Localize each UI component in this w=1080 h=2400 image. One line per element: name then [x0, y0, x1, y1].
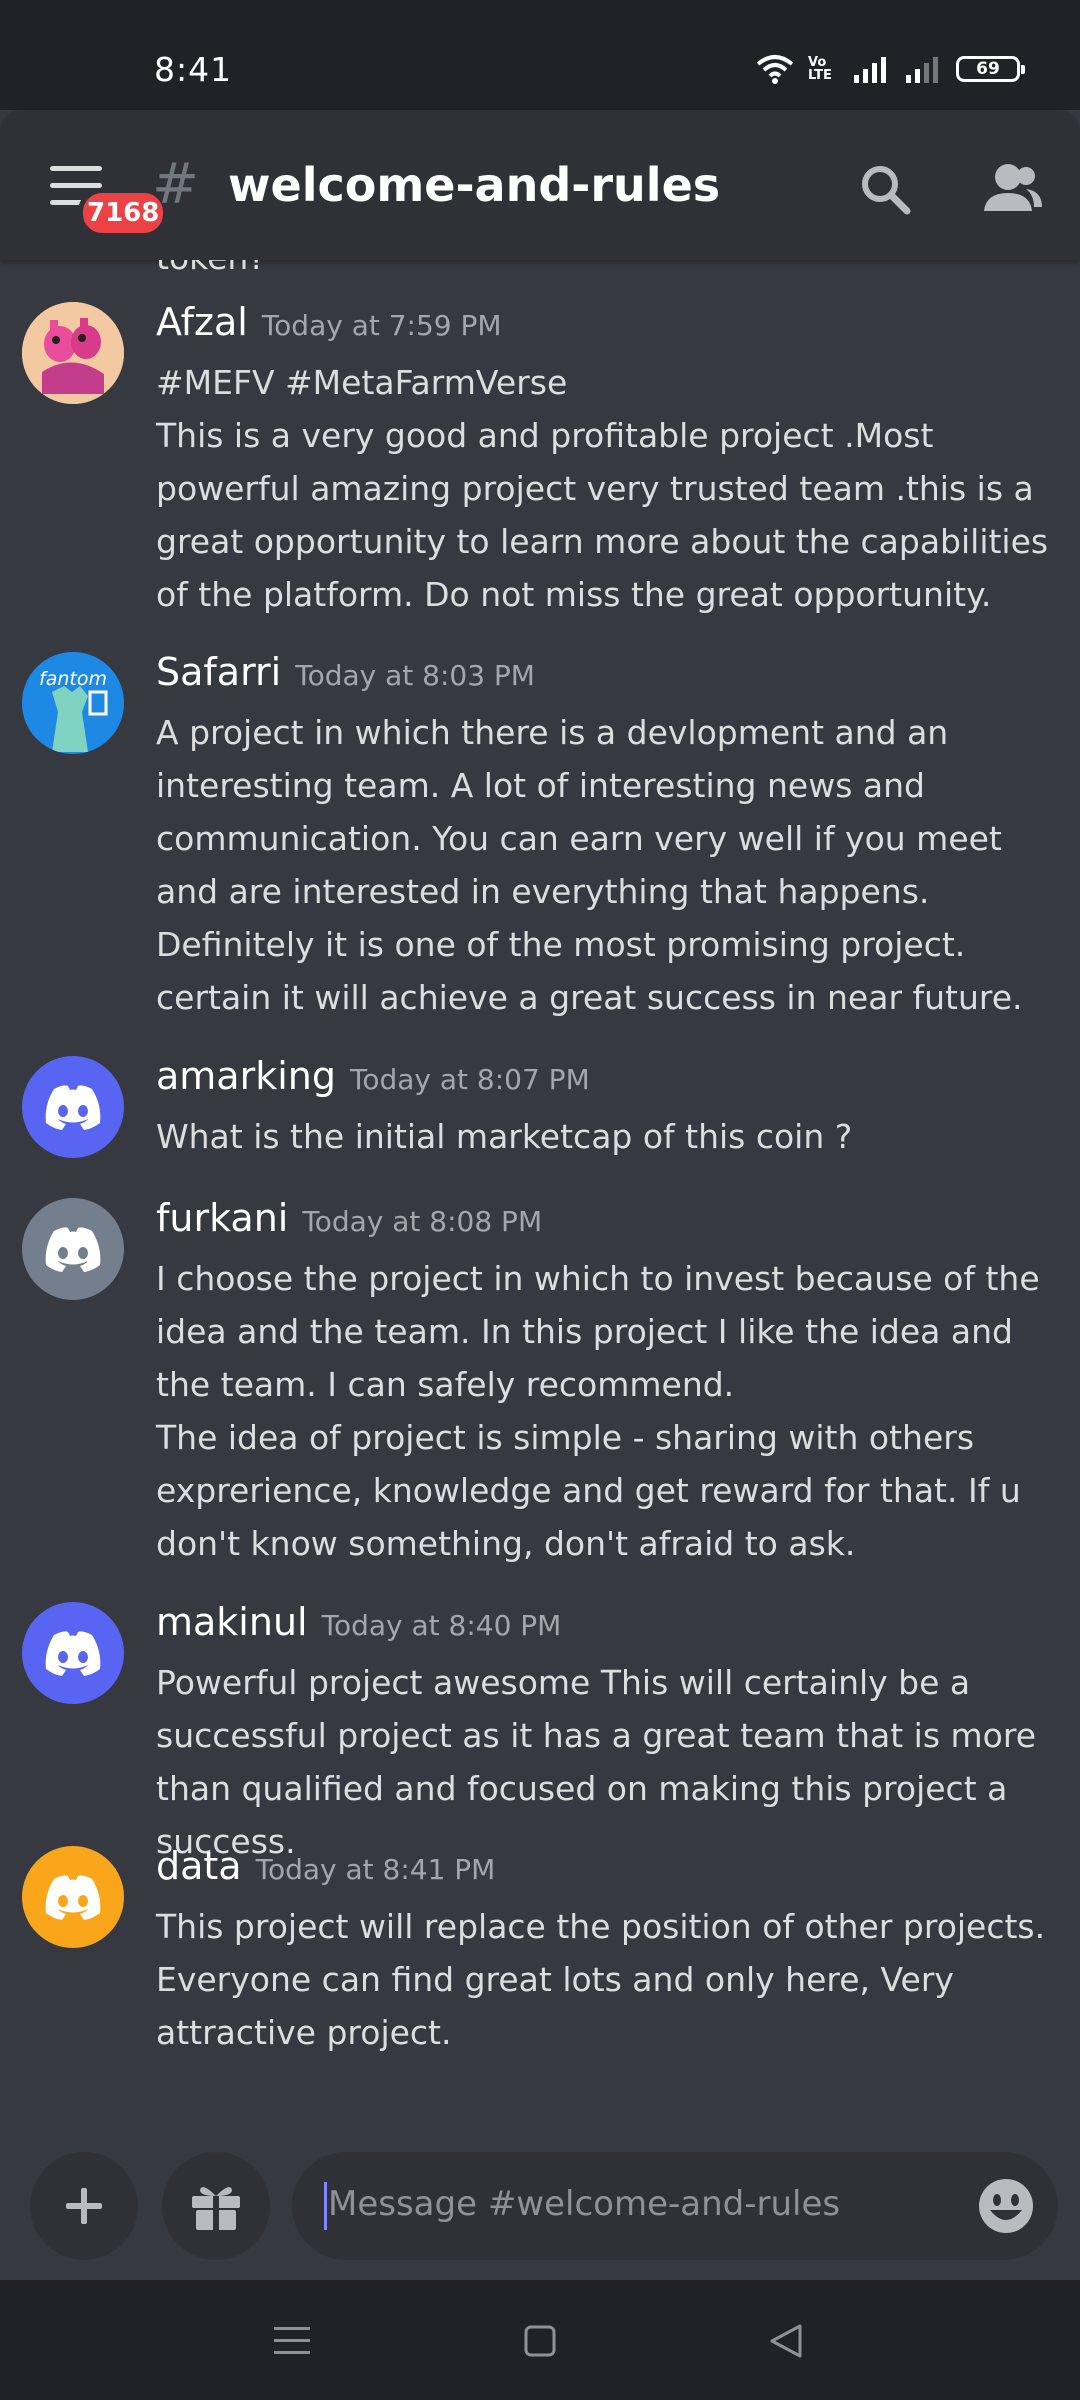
message-body: What is the initial marketcap of this co… [156, 1110, 1056, 1163]
plus-icon [66, 2188, 102, 2224]
avatar-image [22, 302, 124, 404]
message-text: I choose the project in which to invest … [156, 1259, 1040, 1404]
timestamp: Today at 7:59 PM [261, 309, 502, 342]
system-icons: Vo LTE 69 [756, 54, 1025, 84]
channel-title: welcome-and-rules [228, 158, 721, 212]
back-button[interactable] [756, 2316, 816, 2366]
avatar[interactable] [22, 1056, 124, 1158]
search-icon [862, 166, 911, 215]
avatar[interactable] [22, 1846, 124, 1948]
discord-logo-icon [45, 1085, 101, 1130]
avatar[interactable]: fantom [22, 652, 124, 754]
volte-label: Vo LTE [808, 55, 832, 83]
author-name[interactable]: Afzal [156, 300, 248, 344]
back-triangle-icon [770, 2324, 802, 2358]
hamburger-icon-bar [50, 183, 102, 188]
avatar-label: fantom [39, 668, 107, 690]
recent-apps-button[interactable] [262, 2316, 322, 2366]
timestamp: Today at 8:41 PM [255, 1853, 496, 1886]
emoji-button[interactable] [976, 2176, 1036, 2236]
channel-header: 7168 # welcome-and-rules [0, 110, 1080, 260]
signal-icon-2 [906, 57, 938, 83]
author-name[interactable]: makinul [156, 1600, 308, 1644]
timestamp: Today at 8:07 PM [349, 1063, 590, 1096]
gift-icon [192, 2187, 240, 2230]
avatar[interactable] [22, 302, 124, 404]
search-button[interactable] [850, 154, 920, 224]
message-header: Safarri Today at 8:03 PM [156, 650, 535, 694]
add-attachment-button[interactable] [30, 2152, 138, 2260]
square-icon [524, 2325, 556, 2357]
android-nav-bar [0, 2280, 1080, 2400]
avatar[interactable] [22, 1602, 124, 1704]
avatar[interactable] [22, 1198, 124, 1300]
signal-icon [854, 57, 886, 83]
battery-icon: 69 [956, 56, 1025, 82]
discord-logo-icon [45, 1631, 101, 1676]
members-icon [984, 164, 1042, 211]
status-time: 8:41 [154, 50, 233, 89]
message-header: data Today at 8:41 PM [156, 1844, 495, 1888]
timestamp: Today at 8:03 PM [295, 659, 535, 692]
message-header: amarking Today at 8:07 PM [156, 1054, 590, 1098]
message-body: This project will replace the position o… [156, 1900, 1056, 2059]
message-text: What is the initial marketcap of this co… [156, 1117, 853, 1156]
message-text: Powerful project awesome This will certa… [156, 1663, 1037, 1861]
wifi-icon [756, 55, 794, 84]
gift-button[interactable] [162, 2152, 270, 2260]
message-list[interactable]: token? Afzal Today at 7:59 PM #MEFV #Meta… [0, 260, 1080, 2130]
message-input[interactable]: Message #welcome-and-rules [292, 2152, 1058, 2260]
author-name[interactable]: furkani [156, 1196, 288, 1240]
message-body: A project in which there is a devlopment… [156, 706, 1056, 1024]
channel-hash-icon: # [152, 152, 199, 217]
message-body: I choose the project in which to invest … [156, 1252, 1056, 1570]
author-name[interactable]: amarking [156, 1054, 336, 1098]
message-text: This is a very good and profitable proje… [156, 416, 1049, 614]
status-bar: 8:41 Vo LTE 69 [0, 0, 1080, 110]
hamburger-icon [50, 166, 102, 171]
message-text: This project will replace the position o… [156, 1907, 1046, 2052]
text-caret [324, 2182, 327, 2230]
discord-logo-icon [45, 1227, 101, 1272]
message-body: #MEFV #MetaFarmVerse This is a very good… [156, 356, 1056, 621]
message-text: #MEFV #MetaFarmVerse [156, 363, 568, 402]
members-button[interactable] [978, 154, 1048, 224]
message-composer: Message #welcome-and-rules [0, 2130, 1080, 2280]
message-header: makinul Today at 8:40 PM [156, 1600, 561, 1644]
menu-button[interactable]: 7168 [50, 166, 169, 238]
message-text: The idea of project is simple - sharing … [156, 1418, 1021, 1563]
message-input-placeholder: Message #welcome-and-rules [328, 2184, 841, 2224]
message-body: Powerful project awesome This will certa… [156, 1656, 1056, 1868]
timestamp: Today at 8:08 PM [302, 1205, 543, 1238]
discord-logo-icon [45, 1875, 101, 1920]
message-header: Afzal Today at 7:59 PM [156, 300, 502, 344]
author-name[interactable]: Safarri [156, 650, 281, 694]
timestamp: Today at 8:40 PM [321, 1609, 562, 1642]
menu-lines-icon [274, 2327, 310, 2354]
home-button[interactable] [510, 2316, 570, 2366]
emoji-icon [979, 2179, 1033, 2233]
message-header: furkani Today at 8:08 PM [156, 1196, 542, 1240]
cut-off-message-text: token? [156, 260, 266, 277]
author-name[interactable]: data [156, 1844, 242, 1888]
message-text: Definitely it is one of the most promisi… [156, 925, 1023, 1017]
message-text: A project in which there is a devlopment… [156, 713, 1002, 911]
